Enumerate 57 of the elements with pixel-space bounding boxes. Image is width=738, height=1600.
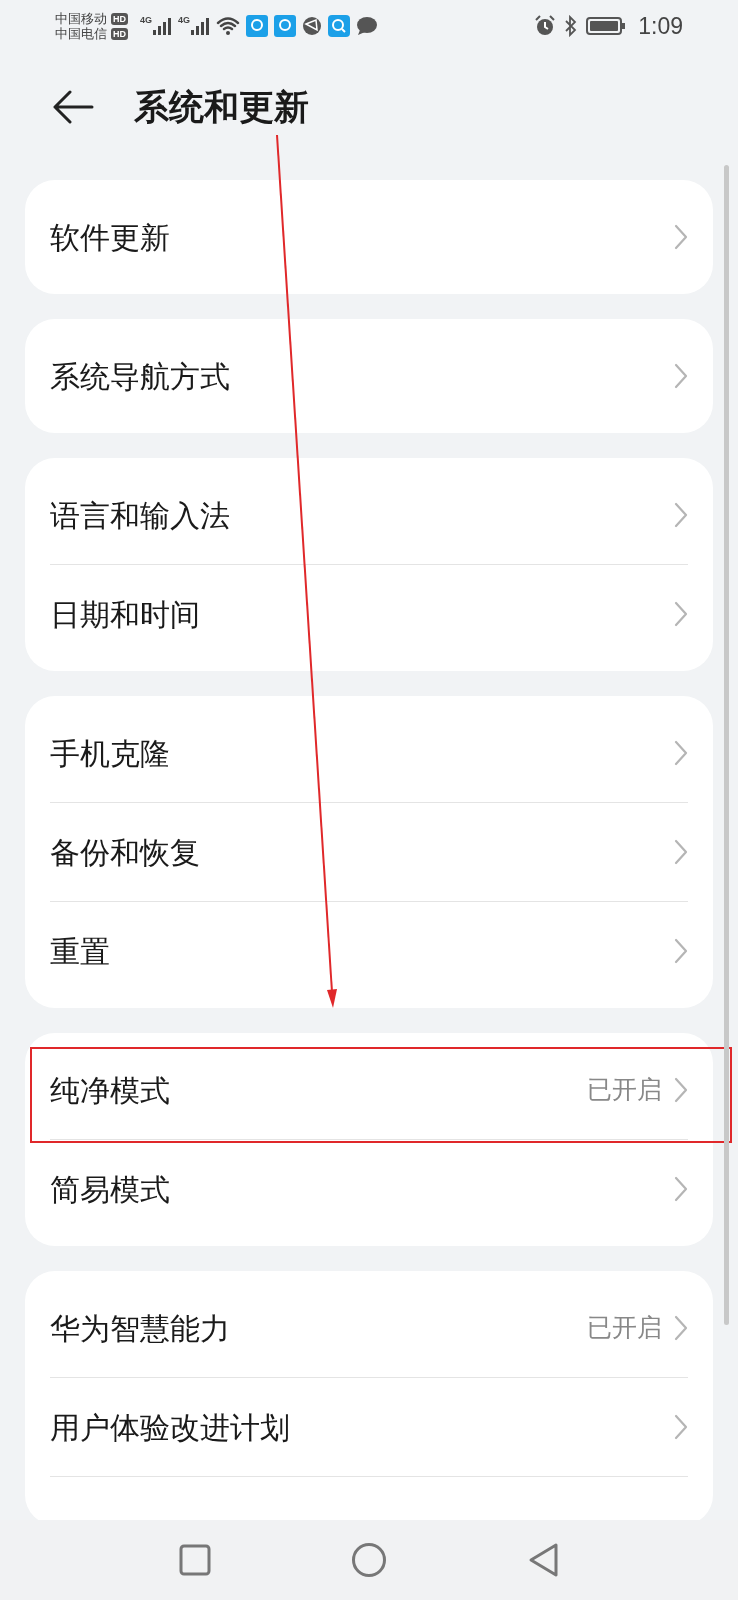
bluetooth-icon: [564, 15, 579, 37]
settings-row[interactable]: 语言和输入法: [50, 466, 688, 564]
row-label: 重置: [50, 933, 110, 970]
settings-row[interactable]: 软件更新: [50, 188, 688, 286]
search-app-icon: [328, 15, 351, 37]
row-label: 系统导航方式: [50, 358, 230, 395]
row-label: 手机克隆: [50, 735, 170, 772]
chevron-icon: [674, 839, 688, 865]
carrier-name: 中国移动: [55, 12, 107, 25]
chevron-icon: [674, 502, 688, 528]
settings-row[interactable]: 手机克隆: [50, 704, 688, 802]
chevron-icon: [674, 1315, 688, 1341]
battery-icon: [586, 16, 627, 36]
page-title: 系统和更新: [134, 85, 309, 128]
row-label: 华为智慧能力: [50, 1310, 230, 1347]
chevron-icon: [674, 938, 688, 964]
home-icon[interactable]: [351, 1542, 387, 1578]
settings-row[interactable]: 重置: [50, 902, 688, 1000]
settings-row[interactable]: 日期和时间: [50, 565, 688, 663]
row-status: 已开启: [587, 1312, 662, 1344]
settings-row[interactable]: 纯净模式 已开启: [50, 1041, 688, 1139]
chevron-icon: [674, 1414, 688, 1440]
network-type: 4G: [140, 16, 152, 25]
row-label: 语言和输入法: [50, 497, 230, 534]
settings-row[interactable]: 华为智慧能力 已开启: [50, 1279, 688, 1377]
app-icon: [274, 15, 297, 37]
row-label: 用户体验改进计划: [50, 1409, 290, 1446]
back-icon: [52, 90, 94, 124]
chevron-icon: [674, 1077, 688, 1103]
settings-row[interactable]: 简易模式: [50, 1140, 688, 1238]
chat-icon: [356, 16, 379, 36]
settings-row[interactable]: 系统导航方式: [50, 327, 688, 425]
hd-badge: HD: [111, 27, 128, 40]
wifi-icon: [216, 16, 241, 36]
row-label: 日期和时间: [50, 596, 200, 633]
hd-badge: HD: [111, 12, 128, 25]
app-icon: [246, 15, 269, 37]
network-type: 4G: [178, 16, 191, 25]
settings-row[interactable]: 用户体验改进计划: [50, 1378, 688, 1476]
recent-apps-icon[interactable]: [179, 1544, 211, 1576]
settings-row[interactable]: 备份和恢复: [50, 803, 688, 901]
chevron-icon: [674, 740, 688, 766]
signal-icon: [190, 16, 211, 36]
row-label: 备份和恢复: [50, 834, 200, 871]
back-nav-icon[interactable]: [527, 1542, 559, 1578]
row-label: 软件更新: [50, 219, 170, 256]
chevron-icon: [674, 1176, 688, 1202]
chevron-icon: [674, 363, 688, 389]
clock-time: 1:09: [638, 11, 683, 41]
row-label: 简易模式: [50, 1171, 170, 1208]
chevron-icon: [674, 601, 688, 627]
signal-icon: [152, 16, 172, 36]
chevron-icon: [674, 224, 688, 250]
row-label: 纯净模式: [50, 1072, 170, 1109]
carrier-name: 中国电信: [55, 27, 107, 40]
alarm-icon: [534, 15, 557, 37]
row-status: 已开启: [587, 1074, 662, 1106]
